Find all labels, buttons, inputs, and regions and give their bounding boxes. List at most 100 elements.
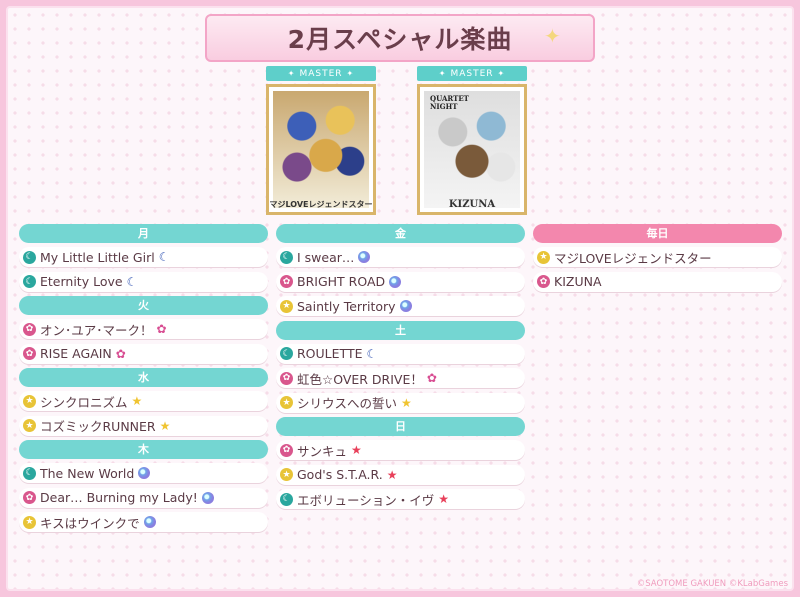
- song-item[interactable]: ✿ RISE AGAIN ✿: [19, 343, 268, 364]
- song-title: RISE AGAIN: [40, 346, 112, 361]
- sparkle-icon: ✦: [544, 24, 561, 48]
- song-item[interactable]: ☾ ROULETTE ☾: [276, 343, 525, 364]
- star-attribute-icon: ★: [280, 299, 293, 313]
- song-title: ROULETTE: [297, 346, 363, 361]
- song-item[interactable]: ★ シリウスへの誓い ★: [276, 392, 525, 413]
- song-item[interactable]: ★ キスはウインクで: [19, 512, 268, 532]
- jacket-legendstar[interactable]: ✦ MASTER ✦ マジLOVEレジェンドスター: [266, 66, 376, 215]
- song-item[interactable]: ★ コズミックRUNNER ★: [19, 415, 268, 436]
- song-title: I swear…: [297, 249, 355, 265]
- song-item[interactable]: ✿ 虹色☆OVER DRIVE！ ✿: [276, 368, 525, 388]
- master-badge: ✦ MASTER ✦: [417, 66, 527, 81]
- schedule-column: 金 ☾ I swear… ✿ BRIGHT ROAD ★ Saintly Territory…: [276, 224, 525, 514]
- jacket-caption: KIZUNA: [448, 199, 496, 210]
- redstar-mark-icon: ★: [351, 443, 362, 457]
- song-item[interactable]: ✿ BRIGHT ROAD: [276, 271, 525, 292]
- song-item[interactable]: ★ God's S.T.A.R. ★: [276, 464, 525, 485]
- song-title: エボリューション・イヴ: [297, 492, 435, 508]
- star-attribute-icon: ★: [23, 515, 36, 529]
- song-title: コズミックRUNNER: [40, 419, 156, 434]
- rainbow-mark-icon: [138, 467, 151, 479]
- song-title: My Little Little Girl: [40, 249, 155, 265]
- day-header: 月: [19, 224, 268, 243]
- moon-attribute-icon: ☾: [280, 347, 293, 360]
- rainbow-mark-icon: [399, 300, 412, 312]
- moon-attribute-icon: ☾: [23, 466, 36, 480]
- song-item[interactable]: ✿ サンキュ ★: [276, 440, 525, 460]
- song-item[interactable]: ☾ Eternity Love ☾: [19, 271, 268, 292]
- star-mark-icon: ★: [159, 418, 171, 433]
- song-item[interactable]: ★ シンクロニズム ★: [19, 391, 268, 411]
- title-banner: 2月スペシャル楽曲: [205, 14, 595, 62]
- day-header: 火: [19, 296, 268, 315]
- star-attribute-icon: ★: [280, 396, 293, 409]
- flower-attribute-icon: ✿: [23, 322, 36, 336]
- moon-attribute-icon: ☾: [23, 275, 36, 288]
- moon-mark-icon: ☾: [126, 274, 138, 289]
- song-item[interactable]: ☾ I swear…: [276, 247, 525, 267]
- song-item[interactable]: ✿ KIZUNA: [533, 271, 782, 292]
- day-header: 日: [276, 417, 525, 436]
- schedule-column: 月 ☾ My Little Little Girl ☾ ☾ Eternity Love ☾ 火…: [19, 224, 268, 537]
- flower-attribute-icon: ✿: [23, 491, 36, 504]
- star-attribute-icon: ★: [23, 394, 36, 408]
- flower-mark-icon: ✿: [115, 346, 126, 361]
- redstar-mark-icon: ★: [438, 492, 450, 506]
- flower-mark-icon: ✿: [156, 322, 167, 336]
- jacket-caption: マジLOVEレジェンドスター: [269, 200, 373, 209]
- rainbow-mark-icon: [201, 491, 214, 504]
- day-header: 金: [276, 224, 525, 243]
- flower-attribute-icon: ✿: [537, 275, 550, 288]
- song-item[interactable]: ★ マジLOVEレジェンドスター: [533, 247, 782, 267]
- rainbow-mark-icon: [389, 275, 402, 288]
- moon-mark-icon: ☾: [366, 346, 378, 361]
- day-header: 土: [276, 320, 525, 340]
- flower-attribute-icon: ✿: [23, 347, 36, 360]
- moon-attribute-icon: ☾: [23, 250, 36, 264]
- schedule-column: 毎日 ★ マジLOVEレジェンドスター ✿ KIZUNA: [533, 224, 782, 296]
- star-mark-icon: ★: [131, 394, 143, 408]
- song-title: God's S.T.A.R.: [297, 467, 383, 482]
- song-item[interactable]: ★ Saintly Territory: [276, 296, 525, 316]
- song-title: マジLOVEレジェンドスター: [554, 250, 712, 266]
- song-title: KIZUNA: [554, 274, 602, 289]
- star-attribute-icon: ★: [280, 468, 293, 481]
- song-item[interactable]: ✿ オン･ユア･マーク！ ✿: [19, 319, 268, 339]
- rainbow-mark-icon: [358, 251, 371, 263]
- copyright: ©SAOTOME GAKUEN ©KLabGames: [636, 579, 788, 589]
- song-title: オン･ユア･マーク！: [40, 322, 153, 338]
- song-title: シリウスへの誓い: [297, 396, 398, 411]
- moon-attribute-icon: ☾: [280, 492, 293, 506]
- album-art: マジLOVEレジェンドスター: [266, 84, 376, 215]
- master-badge: ✦ MASTER ✦: [266, 66, 376, 81]
- jacket-kizuna[interactable]: ✦ MASTER ✦ QUARTET NIGHT KIZUNA: [417, 66, 527, 215]
- star-attribute-icon: ★: [23, 419, 36, 432]
- song-title: サンキュ: [297, 443, 348, 459]
- flower-attribute-icon: ✿: [280, 371, 293, 385]
- song-title: キスはウインクで: [40, 515, 140, 531]
- song-title: 虹色☆OVER DRIVE！: [297, 371, 423, 387]
- day-header: 水: [19, 368, 268, 387]
- song-item[interactable]: ✿ Dear… Burning my Lady!: [19, 487, 268, 508]
- moon-mark-icon: ☾: [158, 250, 170, 264]
- song-title: シンクロニズム: [40, 394, 128, 410]
- moon-attribute-icon: ☾: [280, 250, 293, 264]
- album-art: QUARTET NIGHT KIZUNA: [417, 84, 527, 215]
- page-title: 2月スペシャル楽曲: [287, 25, 513, 54]
- song-item[interactable]: ☾ The New World: [19, 463, 268, 483]
- song-title: The New World: [40, 465, 135, 481]
- day-header: 木: [19, 440, 268, 459]
- flower-attribute-icon: ✿: [280, 275, 293, 288]
- star-mark-icon: ★: [401, 395, 412, 410]
- flower-attribute-icon: ✿: [280, 443, 293, 457]
- song-item[interactable]: ☾ My Little Little Girl ☾: [19, 247, 268, 267]
- song-title: BRIGHT ROAD: [297, 274, 386, 289]
- day-header: 毎日: [533, 224, 782, 243]
- song-title: Dear… Burning my Lady!: [40, 490, 198, 505]
- flower-mark-icon: ✿: [426, 371, 437, 385]
- song-title: Saintly Territory: [297, 298, 396, 314]
- star-attribute-icon: ★: [537, 250, 550, 264]
- song-title: Eternity Love: [40, 274, 123, 289]
- rainbow-mark-icon: [143, 516, 156, 528]
- song-item[interactable]: ☾ エボリューション・イヴ ★: [276, 489, 525, 509]
